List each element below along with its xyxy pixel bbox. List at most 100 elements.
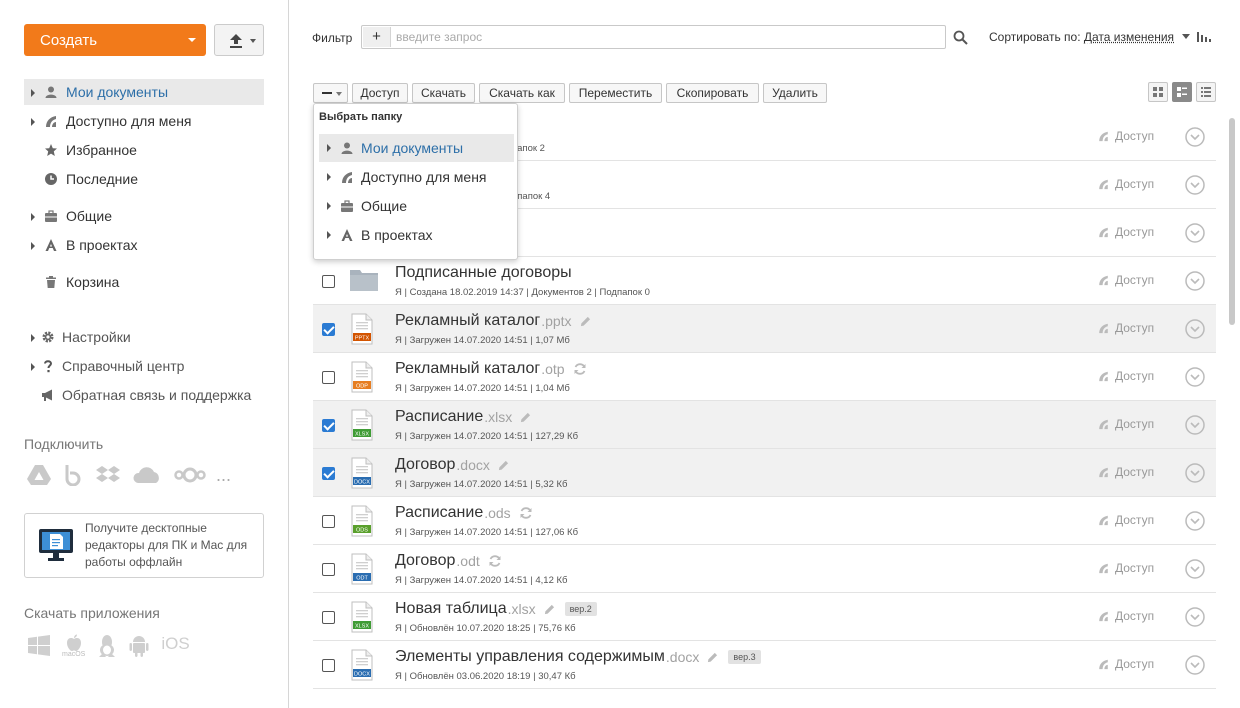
create-button[interactable]: Создать: [24, 24, 206, 56]
file-name[interactable]: Договор: [395, 552, 455, 570]
row-checkbox[interactable]: [322, 467, 335, 480]
dropbox-icon[interactable]: [96, 464, 120, 486]
row-checkbox[interactable]: [322, 563, 335, 576]
row-menu-button[interactable]: [1185, 511, 1205, 531]
onedrive-icon[interactable]: [132, 465, 162, 485]
macos-link[interactable]: macOS: [62, 634, 85, 658]
file-name[interactable]: Элементы управления содержимым: [395, 648, 665, 666]
expand-arrow-icon[interactable]: [31, 213, 35, 221]
expand-arrow-icon[interactable]: [327, 202, 331, 210]
table-row[interactable]: XLSX Расписание .xlsx Я | Загружен 14.07.20…: [313, 401, 1216, 449]
search-icon[interactable]: [953, 30, 968, 45]
sidebar-item-help-center[interactable]: Справочный центр: [24, 353, 264, 379]
table-row[interactable]: DOCX Договор .docx Я | Загружен 14.07.2020 …: [313, 449, 1216, 497]
edit-pencil-icon[interactable]: [707, 652, 718, 663]
version-badge[interactable]: вер.2: [564, 602, 597, 616]
add-filter-button[interactable]: +: [363, 27, 391, 47]
row-menu-icon[interactable]: [1185, 271, 1205, 291]
row-share-button[interactable]: Доступ: [1097, 321, 1154, 335]
sidebar-item-common[interactable]: Общие: [24, 203, 264, 229]
scrollbar[interactable]: [1229, 118, 1235, 325]
edit-pencil-icon[interactable]: [520, 412, 531, 423]
dropdown-item-shared-with-me[interactable]: Доступно для меня: [319, 163, 514, 191]
row-checkbox[interactable]: [322, 371, 335, 384]
edit-pencil-icon[interactable]: [544, 604, 555, 615]
view-tiles-button[interactable]: [1148, 82, 1168, 102]
view-compact-button[interactable]: [1172, 82, 1192, 102]
sidebar-item-projects[interactable]: В проектах: [24, 232, 264, 258]
windows-icon[interactable]: [28, 635, 50, 657]
google-drive-icon[interactable]: [26, 464, 52, 486]
row-menu-icon[interactable]: [1185, 607, 1205, 627]
file-title[interactable]: Новая таблица .xlsx вер.2: [395, 600, 597, 618]
box-icon[interactable]: [64, 464, 84, 486]
row-share-button[interactable]: Доступ: [1097, 417, 1154, 431]
desktop-editors-promo[interactable]: Получите десктопные редакторы для ПК и M…: [24, 513, 264, 578]
row-share-button[interactable]: Доступ: [1097, 513, 1154, 527]
row-share-button[interactable]: Доступ: [1097, 657, 1154, 671]
table-row[interactable]: ODS Расписание .ods Я | Загружен 14.07.2020…: [313, 497, 1216, 545]
row-share-button[interactable]: Доступ: [1097, 273, 1154, 287]
row-menu-icon[interactable]: [1185, 367, 1205, 387]
file-title[interactable]: Элементы управления содержимым .docx вер.3: [395, 648, 761, 666]
expand-arrow-icon[interactable]: [327, 144, 331, 152]
filter-box[interactable]: + введите запрос: [361, 25, 946, 49]
linux-icon[interactable]: [97, 634, 117, 658]
row-share-button[interactable]: Доступ: [1097, 177, 1154, 191]
row-menu-button[interactable]: [1185, 655, 1205, 675]
table-row[interactable]: Подписанные договоры Я | Создана 18.02.20…: [313, 257, 1216, 305]
file-title[interactable]: Договор .odt: [395, 552, 502, 570]
row-menu-button[interactable]: [1185, 319, 1205, 339]
sidebar-item-my-documents[interactable]: Мои документы: [24, 79, 264, 105]
row-checkbox[interactable]: [322, 611, 335, 624]
row-share-button[interactable]: Доступ: [1097, 561, 1154, 575]
select-all-button[interactable]: [313, 83, 348, 103]
row-menu-icon[interactable]: [1185, 415, 1205, 435]
file-title[interactable]: Рекламный каталог .pptx: [395, 312, 591, 330]
expand-arrow-icon[interactable]: [31, 334, 35, 342]
row-menu-button[interactable]: [1185, 559, 1205, 579]
sort-order-icon[interactable]: [1196, 32, 1211, 42]
row-menu-icon[interactable]: [1185, 319, 1205, 339]
file-name[interactable]: Расписание: [395, 408, 483, 426]
row-menu-icon[interactable]: [1185, 223, 1205, 243]
edit-pencil-icon[interactable]: [498, 460, 509, 471]
row-menu-icon[interactable]: [1185, 175, 1205, 195]
sidebar-item-trash[interactable]: Корзина: [24, 269, 264, 295]
dropdown-item-common[interactable]: Общие: [319, 192, 514, 220]
nextcloud-icon[interactable]: [174, 465, 206, 485]
android-icon[interactable]: [129, 634, 149, 658]
row-checkbox[interactable]: [322, 419, 335, 432]
row-menu-icon[interactable]: [1185, 463, 1205, 483]
chevron-down-icon[interactable]: [1182, 34, 1191, 39]
row-menu-icon[interactable]: [1185, 127, 1205, 147]
row-menu-button[interactable]: [1185, 607, 1205, 627]
expand-arrow-icon[interactable]: [31, 118, 35, 126]
search-input[interactable]: введите запрос: [396, 30, 482, 44]
download-as-button[interactable]: Скачать как: [479, 83, 565, 103]
row-menu-button[interactable]: [1185, 271, 1205, 291]
row-checkbox[interactable]: [322, 323, 335, 336]
file-title[interactable]: Подписанные договоры: [395, 264, 573, 282]
row-checkbox[interactable]: [322, 659, 335, 672]
row-menu-icon[interactable]: [1185, 511, 1205, 531]
sidebar-item-feedback[interactable]: Обратная связь и поддержка: [24, 382, 264, 408]
row-menu-icon[interactable]: [1185, 559, 1205, 579]
file-title[interactable]: Расписание .ods: [395, 504, 533, 522]
upload-button[interactable]: [214, 24, 264, 56]
row-share-button[interactable]: Доступ: [1097, 225, 1154, 239]
file-name[interactable]: Расписание: [395, 504, 483, 522]
more-services-button[interactable]: ...: [216, 465, 231, 486]
file-name[interactable]: Договор: [395, 456, 455, 474]
expand-arrow-icon[interactable]: [31, 89, 35, 97]
convert-icon[interactable]: [519, 506, 533, 520]
sort-control[interactable]: Сортировать по: Дата изменения: [989, 30, 1211, 44]
row-menu-button[interactable]: [1185, 463, 1205, 483]
ios-link[interactable]: iOS: [161, 634, 189, 654]
row-share-button[interactable]: Доступ: [1097, 129, 1154, 143]
delete-button[interactable]: Удалить: [763, 83, 827, 103]
sidebar-item-recent[interactable]: Последние: [24, 166, 264, 192]
dropdown-item-projects[interactable]: В проектах: [319, 221, 514, 249]
table-row[interactable]: XLSX Новая таблица .xlsx вер.2 Я | Обновлён …: [313, 593, 1216, 641]
sidebar-item-shared-with-me[interactable]: Доступно для меня: [24, 108, 264, 134]
